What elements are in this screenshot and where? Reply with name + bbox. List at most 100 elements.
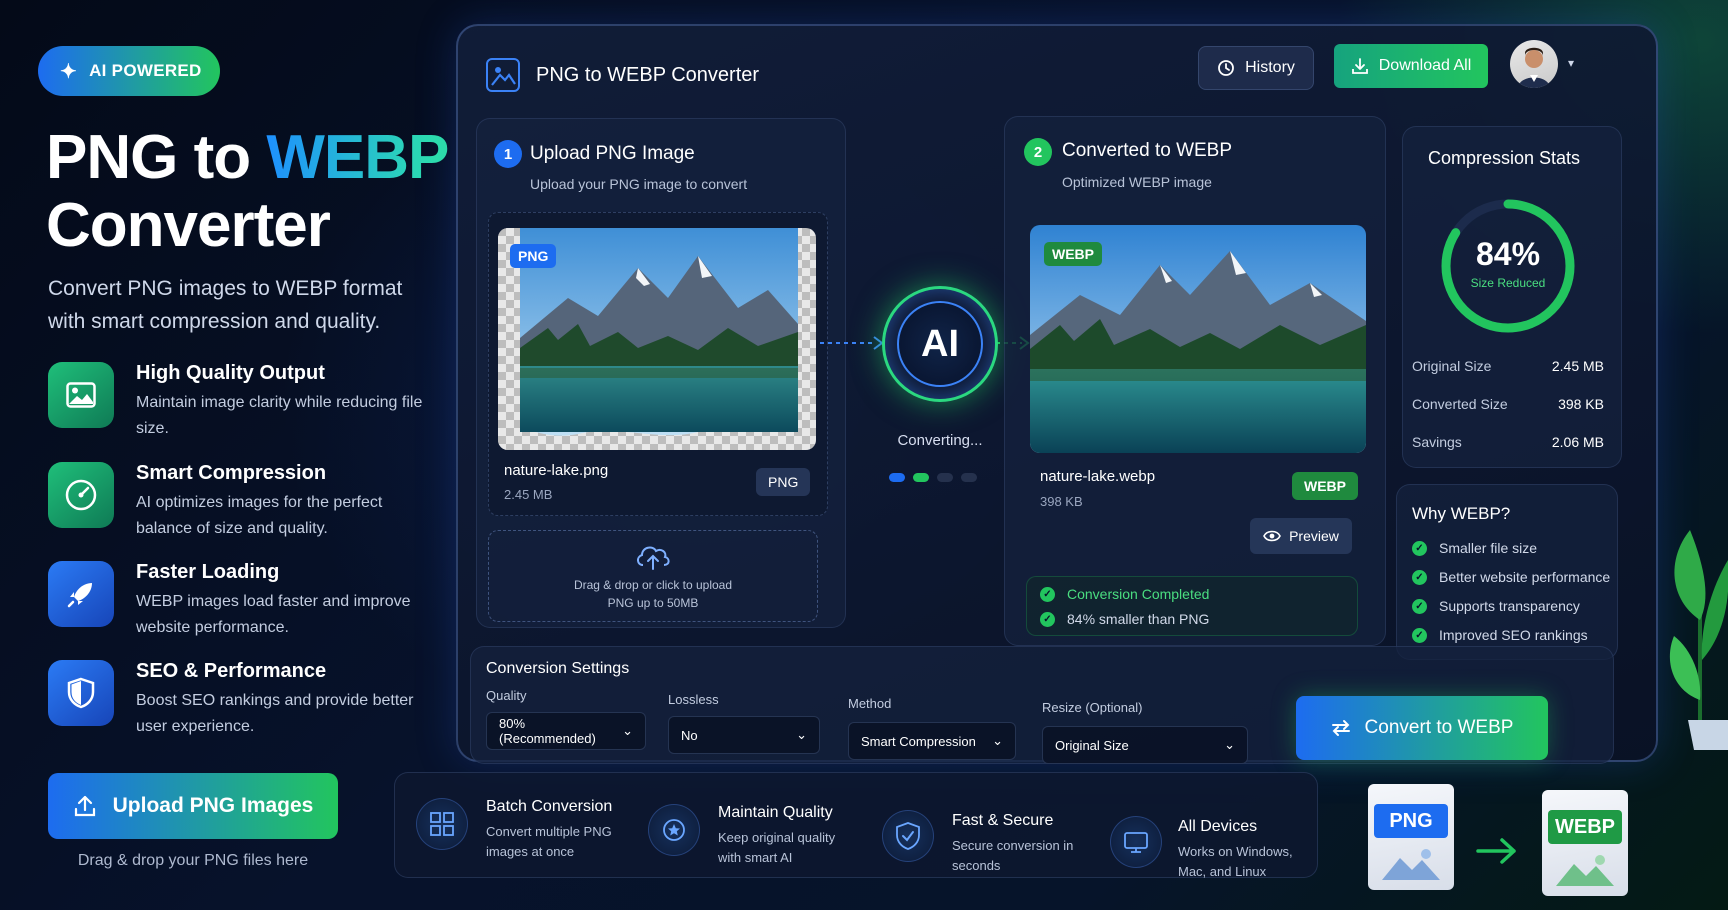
lossless-value: No bbox=[681, 727, 698, 743]
history-button[interactable]: History bbox=[1198, 46, 1314, 90]
app-logo-icon bbox=[486, 58, 520, 92]
chevron-down-icon[interactable]: ▾ bbox=[1568, 56, 1574, 70]
history-icon bbox=[1218, 60, 1235, 76]
feature-desc: Boost SEO rankings and provide better us… bbox=[136, 692, 414, 735]
preview-button[interactable]: Preview bbox=[1250, 518, 1352, 554]
stat-label: Savings bbox=[1412, 434, 1462, 450]
bottom-feature-desc: Convert multiple PNG images at once bbox=[486, 824, 612, 859]
upload-format-pill: PNG bbox=[756, 468, 811, 496]
resize-value: Original Size bbox=[1055, 737, 1129, 753]
download-all-label: Download All bbox=[1378, 57, 1472, 74]
stat-value: 2.06 MB bbox=[1551, 434, 1604, 450]
upload-hint: Drag & drop your PNG files here bbox=[77, 852, 309, 869]
feature-smart-compression: Smart Compression AI optimizes images fo… bbox=[48, 462, 428, 542]
drop-line1: Drag & drop or click to upload bbox=[573, 578, 733, 592]
feature-seo: SEO & Performance Boost SEO rankings and… bbox=[48, 660, 428, 740]
quality-select[interactable]: 80% (Recommended) ⌄ bbox=[486, 712, 646, 750]
why-item: ✓ Better website performance bbox=[1412, 569, 1610, 585]
completed-label: Conversion Completed bbox=[1067, 586, 1210, 602]
upload-card-title: Upload PNG Image bbox=[530, 143, 695, 164]
arrow-right-icon bbox=[1476, 838, 1516, 864]
webp-file-icon: WEBP bbox=[1542, 790, 1628, 896]
upload-icon bbox=[74, 795, 95, 817]
convert-to-webp-button[interactable]: Convert to WEBP bbox=[1296, 696, 1548, 760]
check-icon: ✓ bbox=[1040, 611, 1055, 627]
converted-card-title: Converted to WEBP bbox=[1062, 140, 1233, 161]
feature-faster-loading: Faster Loading WEBP images load faster a… bbox=[48, 561, 428, 641]
hero-subtitle: Convert PNG images to WEBP format with s… bbox=[48, 277, 403, 333]
secure-shield-icon bbox=[882, 810, 934, 862]
preview-label: Preview bbox=[1289, 528, 1339, 544]
progress-dot bbox=[937, 473, 953, 482]
quality-icon bbox=[648, 804, 700, 856]
bottom-feature-title: Maintain Quality bbox=[718, 804, 833, 821]
check-icon: ✓ bbox=[1412, 627, 1427, 643]
feature-high-quality: High Quality Output Maintain image clari… bbox=[48, 362, 428, 442]
png-tag: PNG bbox=[510, 244, 557, 268]
check-icon: ✓ bbox=[1412, 569, 1427, 585]
converted-format-pill: WEBP bbox=[1292, 472, 1358, 500]
hero-title-part: PNG to bbox=[46, 123, 267, 192]
step-badge: 1 bbox=[494, 140, 522, 168]
download-all-button[interactable]: Download All bbox=[1334, 44, 1488, 88]
convert-button-label: Convert to WEBP bbox=[1364, 717, 1514, 738]
lossless-label: Lossless bbox=[668, 692, 719, 707]
converted-card-subtitle: Optimized WEBP image bbox=[1062, 174, 1212, 190]
png-file-label: PNG bbox=[1374, 804, 1448, 838]
converted-filename: nature-lake.webp bbox=[1040, 468, 1156, 485]
flow-arrow-in bbox=[820, 336, 884, 350]
upload-png-button[interactable]: Upload PNG Images bbox=[48, 773, 338, 839]
badge-label: AI POWERED bbox=[89, 61, 202, 80]
converted-filesize: 398 KB bbox=[1040, 494, 1083, 509]
check-icon: ✓ bbox=[1412, 598, 1427, 614]
drop-line2: PNG up to 50MB bbox=[607, 596, 699, 610]
why-webp-title: Why WEBP? bbox=[1412, 504, 1511, 523]
bottom-feature-title: All Devices bbox=[1178, 818, 1258, 835]
devices-icon bbox=[1110, 816, 1162, 868]
upload-button-label: Upload PNG Images bbox=[112, 794, 314, 817]
lossless-select[interactable]: No ⌄ bbox=[668, 716, 820, 754]
conversion-smaller: ✓ 84% smaller than PNG bbox=[1040, 611, 1209, 627]
feature-title: Faster Loading bbox=[136, 561, 280, 583]
feature-title: High Quality Output bbox=[136, 362, 325, 384]
stats-percent-label: Size Reduced bbox=[1470, 276, 1546, 290]
gauge-icon bbox=[48, 462, 114, 528]
webp-file-label: WEBP bbox=[1548, 810, 1622, 844]
hero-title-accent: WEBP bbox=[266, 123, 449, 192]
swap-icon bbox=[1331, 720, 1350, 736]
download-icon bbox=[1351, 58, 1368, 74]
upload-card-subtitle: Upload your PNG image to convert bbox=[530, 176, 748, 192]
bottom-feature-title: Fast & Secure bbox=[952, 812, 1054, 829]
shield-icon bbox=[48, 660, 114, 726]
stats-title: Compression Stats bbox=[1428, 148, 1581, 168]
why-item-label: Supports transparency bbox=[1439, 598, 1580, 614]
feature-title: Smart Compression bbox=[136, 462, 327, 484]
settings-title: Conversion Settings bbox=[486, 660, 630, 677]
avatar[interactable] bbox=[1510, 40, 1558, 88]
conversion-status-box bbox=[1026, 576, 1358, 636]
png-file-icon: PNG bbox=[1368, 784, 1454, 890]
feature-desc: AI optimizes images for the perfect bala… bbox=[136, 494, 383, 537]
converting-status: Converting... bbox=[897, 432, 983, 449]
plant-decoration bbox=[1669, 530, 1728, 750]
resize-select[interactable]: Original Size ⌄ bbox=[1042, 726, 1248, 764]
method-value: Smart Compression bbox=[861, 733, 976, 749]
stat-label: Original Size bbox=[1412, 358, 1492, 374]
webp-tag: WEBP bbox=[1044, 242, 1102, 266]
stat-value: 2.45 MB bbox=[1551, 358, 1604, 374]
batch-icon bbox=[416, 798, 468, 850]
method-select[interactable]: Smart Compression ⌄ bbox=[848, 722, 1016, 760]
progress-dot bbox=[913, 473, 929, 482]
chevron-down-icon: ⌄ bbox=[992, 733, 1003, 748]
feature-title: SEO & Performance bbox=[136, 660, 327, 682]
rocket-icon bbox=[48, 561, 114, 627]
dropzone[interactable]: Drag & drop or click to upload PNG up to… bbox=[488, 530, 818, 622]
why-item: ✓ Supports transparency bbox=[1412, 598, 1580, 614]
chevron-down-icon: ⌄ bbox=[622, 723, 633, 738]
hero-title: PNG to WEBP Converter bbox=[46, 123, 449, 260]
image-icon bbox=[48, 362, 114, 428]
bottom-feature-desc: Works on Windows, Mac, and Linux bbox=[1178, 844, 1293, 879]
hero-title-line2: Converter bbox=[46, 191, 331, 260]
conversion-completed: ✓ Conversion Completed bbox=[1040, 586, 1209, 602]
why-item: ✓ Smaller file size bbox=[1412, 540, 1537, 556]
